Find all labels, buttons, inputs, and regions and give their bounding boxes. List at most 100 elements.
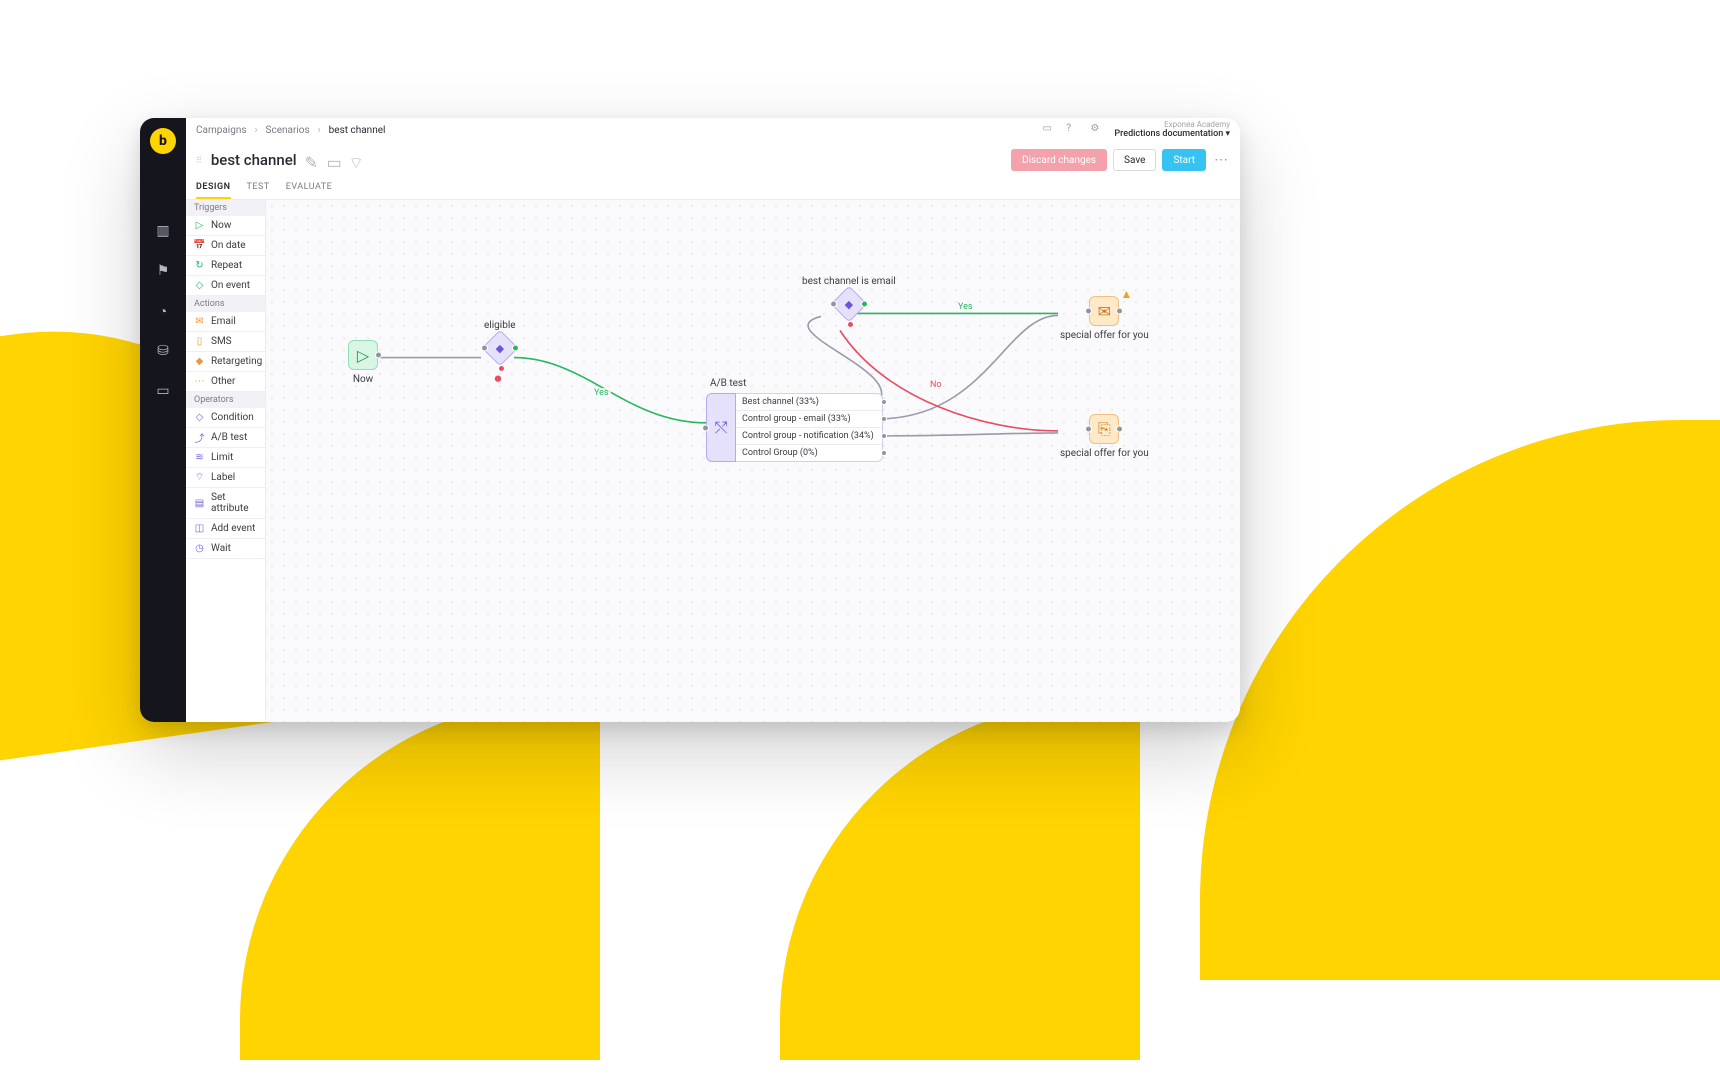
abtest-variant[interactable]: Best channel (33%)	[736, 394, 882, 411]
abtest-variant[interactable]: Control Group (0%)	[736, 445, 882, 461]
palette-item-condition[interactable]: ◇Condition	[186, 408, 265, 428]
palette-item-limit[interactable]: ≋Limit	[186, 448, 265, 468]
tab-design[interactable]: DESIGN	[196, 182, 231, 199]
decorative-shape	[780, 700, 1140, 1060]
node-label: eligible	[484, 320, 516, 331]
main-area: Campaigns Scenarios best channel ▭ ? ⚙ E…	[186, 118, 1240, 722]
condition-icon: ◇	[194, 412, 205, 423]
node-label: A/B test	[710, 378, 746, 389]
tab-evaluate[interactable]: EVALUATE	[286, 182, 333, 199]
dashboard-icon[interactable]: ▥	[154, 222, 172, 240]
app-window: b ▥ ⚑ ◔ ⛁ ▭ Campaigns Scenarios best cha…	[140, 118, 1240, 722]
context-selector[interactable]: Exponea Academy Predictions documentatio…	[1114, 120, 1230, 140]
split-icon: ⤴	[194, 432, 205, 443]
output-port[interactable]	[881, 399, 887, 405]
output-port[interactable]	[1116, 426, 1123, 433]
data-icon[interactable]: ⛁	[154, 342, 172, 360]
email-icon: ✉ ▲	[1089, 296, 1119, 326]
node-abtest[interactable]: A/B test ⤲ Best channel (33%) Control gr…	[706, 378, 883, 462]
input-port[interactable]	[1085, 426, 1092, 433]
analytics-icon[interactable]: ◔	[154, 302, 172, 320]
abtest-variants: Best channel (33%) Control group - email…	[736, 393, 883, 462]
help-icon[interactable]: ?	[1066, 123, 1080, 137]
breadcrumb-item[interactable]: Scenarios	[266, 125, 310, 136]
drag-handle-icon[interactable]: ⠿	[196, 156, 203, 165]
node-now[interactable]: ▷ Now	[348, 340, 378, 385]
palette-item-set-attribute[interactable]: ▤Set attribute	[186, 488, 265, 519]
limit-icon: ≋	[194, 452, 205, 463]
page-title: best channel	[211, 151, 297, 169]
palette-section: Triggers	[186, 200, 265, 216]
output-port[interactable]	[881, 450, 887, 456]
chevron-down-icon: ▾	[1225, 129, 1230, 139]
settings-icon[interactable]: ⚙	[1090, 123, 1104, 137]
chat-icon[interactable]: ▭	[1042, 123, 1056, 137]
attribute-icon: ▤	[194, 498, 205, 509]
breadcrumb: Campaigns Scenarios best channel	[196, 125, 385, 136]
input-port[interactable]	[1085, 308, 1092, 315]
email-icon: ✉	[194, 316, 205, 327]
save-button[interactable]: Save	[1113, 149, 1156, 171]
palette-item-add-event[interactable]: ◫Add event	[186, 519, 265, 539]
clock-icon: ◷	[194, 543, 205, 554]
palette-section: Actions	[186, 296, 265, 312]
palette-item-now[interactable]: ▷Now	[186, 216, 265, 236]
node-label: Now	[353, 374, 373, 385]
workspace: Triggers ▷Now 📅On date ↻Repeat ◇On event…	[186, 200, 1240, 722]
context-project: Predictions documentation ▾	[1114, 129, 1230, 140]
palette-item-on-event[interactable]: ◇On event	[186, 276, 265, 296]
output-port[interactable]	[881, 416, 887, 422]
tag-icon[interactable]: ⌔	[349, 153, 363, 167]
output-port-yes[interactable]	[861, 301, 868, 308]
node-notification[interactable]: ⎘ special offer for you	[1060, 414, 1149, 459]
topbar: Campaigns Scenarios best channel ▭ ? ⚙ E…	[186, 118, 1240, 142]
campaigns-icon[interactable]: ⚑	[154, 262, 172, 280]
palette-item-other[interactable]: ⋯Other	[186, 372, 265, 392]
node-best-channel[interactable]: best channel is email ◆	[802, 276, 896, 317]
node-email[interactable]: ✉ ▲ special offer for you	[1060, 296, 1149, 341]
output-port-yes[interactable]	[512, 345, 519, 352]
more-icon[interactable]: ⋯	[1212, 152, 1230, 168]
palette-item-sms[interactable]: ▯SMS	[186, 332, 265, 352]
brand-logo[interactable]: b	[150, 128, 176, 154]
node-eligible[interactable]: eligible ◆	[484, 320, 516, 361]
edit-icon[interactable]: ✎	[305, 153, 319, 167]
palette-item-on-date[interactable]: 📅On date	[186, 236, 265, 256]
breadcrumb-item[interactable]: Campaigns	[196, 125, 247, 136]
chevron-right-icon	[316, 125, 323, 136]
output-port[interactable]	[375, 352, 382, 359]
add-event-icon: ◫	[194, 523, 205, 534]
retargeting-icon: ◆	[194, 356, 205, 367]
abtest-variant[interactable]: Control group - notification (34%)	[736, 428, 882, 445]
start-button[interactable]: Start	[1162, 149, 1206, 171]
folder-icon[interactable]: ▭	[327, 153, 341, 167]
input-port[interactable]	[830, 301, 837, 308]
folder-icon[interactable]: ▭	[154, 382, 172, 400]
output-port[interactable]	[881, 433, 887, 439]
output-port[interactable]	[1116, 308, 1123, 315]
chevron-right-icon	[253, 125, 260, 136]
palette-item-abtest[interactable]: ⤴A/B test	[186, 428, 265, 448]
node-palette: Triggers ▷Now 📅On date ↻Repeat ◇On event…	[186, 200, 266, 722]
output-port-no[interactable]	[847, 321, 854, 328]
split-icon: ⤲	[706, 393, 736, 462]
palette-item-email[interactable]: ✉Email	[186, 312, 265, 332]
play-icon: ▷	[348, 340, 378, 370]
flow-canvas[interactable]: ▷ Now eligible ◆ Yes	[266, 200, 1240, 722]
decorative-shape	[1200, 420, 1720, 980]
input-port[interactable]	[481, 345, 488, 352]
palette-item-retargeting[interactable]: ◆Retargeting	[186, 352, 265, 372]
discard-button[interactable]: Discard changes	[1011, 149, 1107, 171]
edge-label-yes: Yes	[592, 388, 611, 398]
palette-item-label[interactable]: ⌔Label	[186, 468, 265, 488]
sms-icon: ▯	[194, 336, 205, 347]
breadcrumb-item: best channel	[329, 125, 386, 136]
play-icon: ▷	[194, 220, 205, 231]
tab-test[interactable]: TEST	[247, 182, 270, 199]
abtest-variant[interactable]: Control group - email (33%)	[736, 411, 882, 428]
input-port[interactable]	[702, 424, 709, 431]
output-port-no[interactable]	[498, 365, 505, 372]
palette-item-wait[interactable]: ◷Wait	[186, 539, 265, 559]
tag-icon: ⌔	[194, 472, 205, 483]
palette-item-repeat[interactable]: ↻Repeat	[186, 256, 265, 276]
